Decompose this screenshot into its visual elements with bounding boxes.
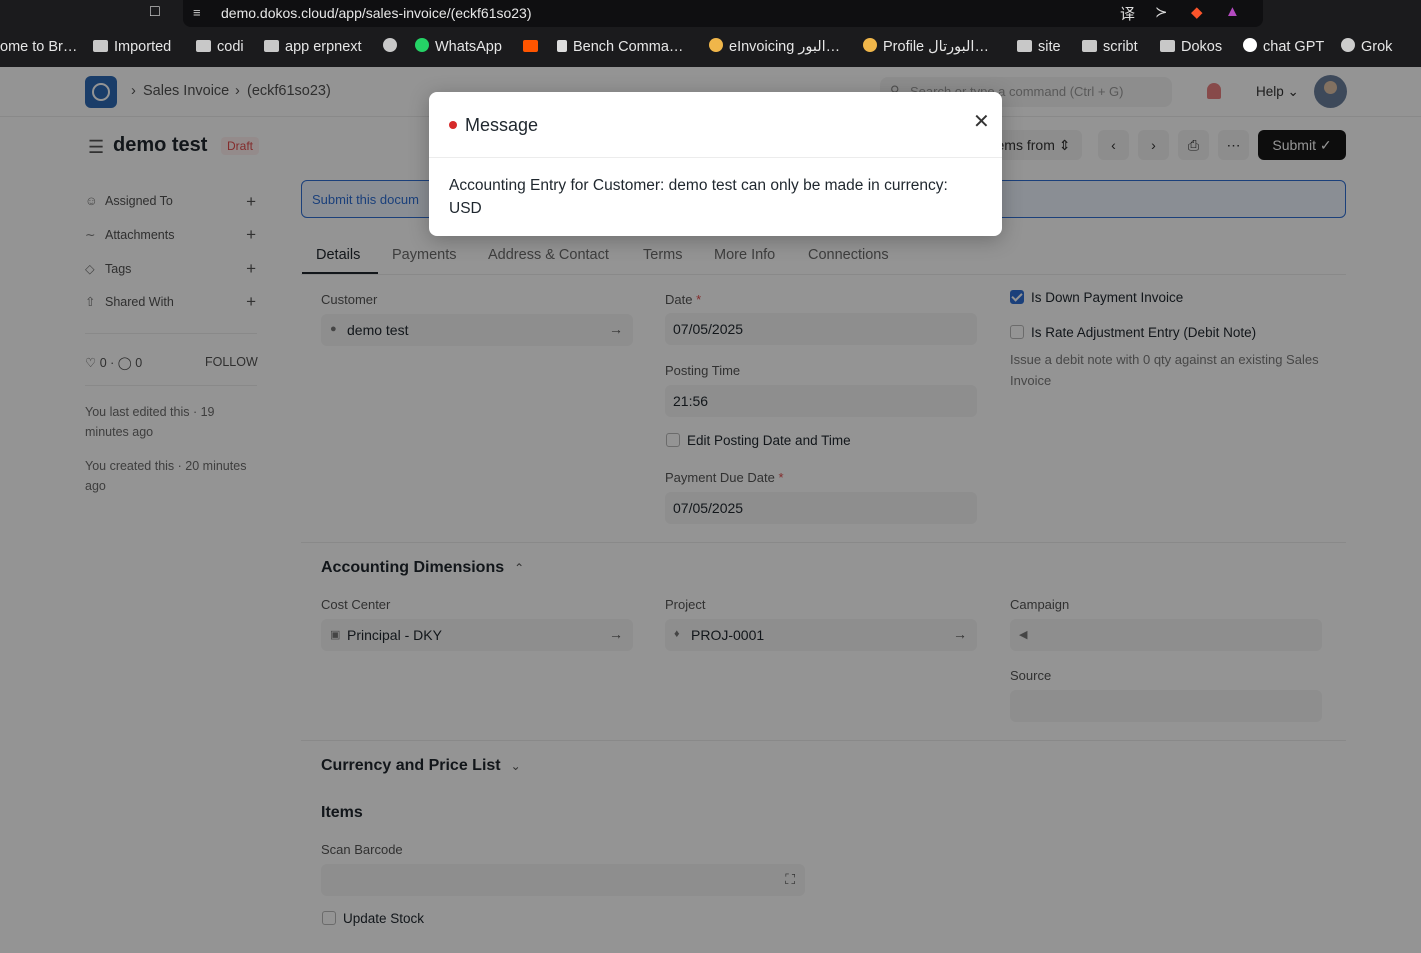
bookmark-icon[interactable]: □	[150, 3, 160, 21]
error-indicator-icon	[449, 121, 457, 129]
soundcloud-icon	[523, 40, 538, 52]
bookmark-item[interactable]: Imported	[93, 36, 171, 58]
bookmark-item[interactable]: chat GPT	[1243, 36, 1324, 58]
bookmark-item[interactable]: Grok	[1341, 36, 1392, 58]
folder-icon	[1160, 40, 1175, 52]
url-text[interactable]: demo.dokos.cloud/app/sales-invoice/(eckf…	[221, 5, 532, 21]
bookmark-item[interactable]: WhatsApp	[415, 36, 502, 58]
address-bar[interactable]: ≡ demo.dokos.cloud/app/sales-invoice/(ec…	[183, 0, 1263, 27]
openai-icon	[1243, 38, 1257, 52]
dialog-header: Message ✕	[429, 92, 1002, 158]
bookmark-item[interactable]: Dokos	[1160, 36, 1222, 58]
message-dialog: Message ✕ Accounting Entry for Customer:…	[429, 92, 1002, 236]
bookmark-item[interactable]: app erpnext	[264, 36, 362, 58]
share-icon[interactable]: ≻	[1155, 3, 1168, 21]
bookmark-item[interactable]	[383, 36, 403, 58]
grok-icon	[1341, 38, 1355, 52]
brave-rewards-icon[interactable]: ▲	[1225, 3, 1240, 20]
bookmark-item[interactable]: eInvoicing البور…	[709, 36, 840, 58]
globe-icon	[383, 38, 397, 52]
emoji-icon	[863, 38, 877, 52]
whatsapp-icon	[415, 38, 429, 52]
brave-shield-icon[interactable]: ◆	[1191, 3, 1203, 21]
bookmark-item[interactable]: site	[1017, 36, 1061, 58]
bookmark-item[interactable]: Profile البورتال…	[863, 36, 989, 58]
folder-icon	[1082, 40, 1097, 52]
dialog-message: Accounting Entry for Customer: demo test…	[449, 177, 948, 217]
folder-icon	[196, 40, 211, 52]
bookmark-item[interactable]: codi	[196, 36, 244, 58]
frappe-icon	[557, 40, 567, 52]
site-settings-icon[interactable]: ≡	[193, 5, 201, 20]
close-icon[interactable]: ✕	[973, 109, 990, 134]
bookmark-item[interactable]	[523, 36, 544, 58]
translate-icon[interactable]: 译	[1120, 3, 1135, 24]
folder-icon	[93, 40, 108, 52]
bookmark-item[interactable]: ome to Br…	[0, 36, 77, 58]
bookmark-item[interactable]: Bench Comma…	[557, 36, 683, 58]
dialog-title: Message	[465, 115, 539, 135]
bookmarks-bar: ome to Br… Imported codi app erpnext Wha…	[0, 36, 1421, 58]
folder-icon	[264, 40, 279, 52]
browser-chrome: □ ≡ demo.dokos.cloud/app/sales-invoice/(…	[0, 0, 1421, 67]
bookmark-item[interactable]: scribt	[1082, 36, 1138, 58]
emoji-icon	[709, 38, 723, 52]
folder-icon	[1017, 40, 1032, 52]
